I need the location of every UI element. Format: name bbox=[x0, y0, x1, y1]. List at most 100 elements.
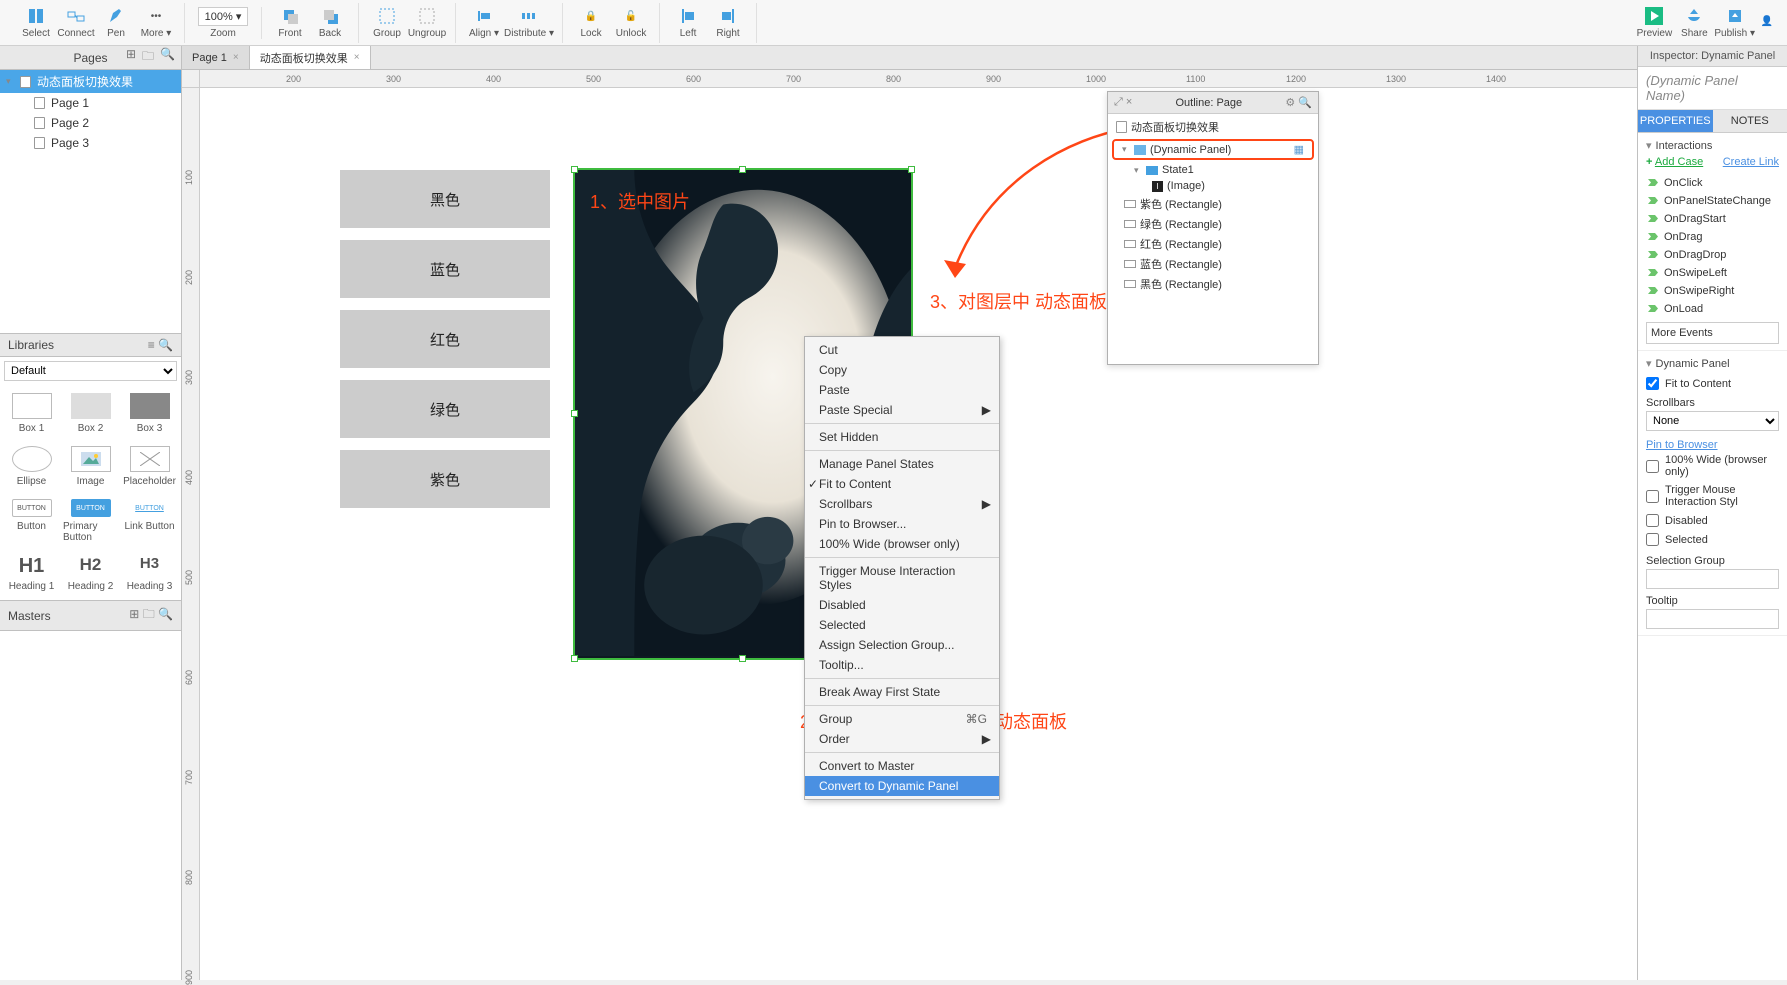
share-button[interactable]: Share bbox=[1674, 3, 1714, 43]
outline-rect[interactable]: 蓝色 (Rectangle) bbox=[1108, 254, 1318, 274]
ctx-set-hidden[interactable]: Set Hidden bbox=[805, 427, 999, 447]
tab-properties[interactable]: PROPERTIES bbox=[1638, 110, 1713, 133]
filter-icon[interactable]: ⚙ bbox=[1285, 97, 1295, 109]
button-purple[interactable]: 紫色 bbox=[340, 450, 550, 508]
event-ondrag[interactable]: OnDrag bbox=[1646, 228, 1779, 246]
lib-h1[interactable]: H1Heading 1 bbox=[4, 551, 59, 596]
canvas[interactable]: 黑色 蓝色 红色 绿色 紫色 bbox=[200, 88, 1637, 980]
disabled-checkbox[interactable]: Disabled bbox=[1646, 511, 1779, 530]
ctx-trigger-styles[interactable]: Trigger Mouse Interaction Styles bbox=[805, 561, 999, 595]
canvas-area[interactable]: 200 300 400 500 600 700 800 900 1000 110… bbox=[182, 70, 1637, 980]
ctx-break-state[interactable]: Break Away First State bbox=[805, 682, 999, 702]
close-icon[interactable]: × bbox=[354, 52, 360, 63]
unpin-icon[interactable]: ⤢ bbox=[1114, 96, 1123, 108]
event-onclick[interactable]: OnClick bbox=[1646, 174, 1779, 192]
page-tree-item[interactable]: Page 2 bbox=[0, 113, 181, 133]
lib-box1[interactable]: Box 1 bbox=[4, 389, 59, 438]
ctx-paste[interactable]: Paste bbox=[805, 380, 999, 400]
selection-group-input[interactable] bbox=[1646, 569, 1779, 589]
front-button[interactable]: Front bbox=[270, 3, 310, 43]
ctx-cut[interactable]: Cut bbox=[805, 340, 999, 360]
outline-root[interactable]: 动态面板切换效果 bbox=[1108, 117, 1318, 137]
ctx-100-wide[interactable]: 100% Wide (browser only) bbox=[805, 534, 999, 554]
ctx-convert-master[interactable]: Convert to Master bbox=[805, 756, 999, 776]
event-onpanelstatechange[interactable]: OnPanelStateChange bbox=[1646, 192, 1779, 210]
align-left-button[interactable]: Left bbox=[668, 3, 708, 43]
search-icon[interactable]: 🔍 bbox=[158, 607, 173, 621]
search-icon[interactable]: 🔍 bbox=[158, 338, 173, 352]
button-black[interactable]: 黑色 bbox=[340, 170, 550, 228]
lock-button[interactable]: 🔒Lock bbox=[571, 3, 611, 43]
add-case-link[interactable]: Add Case bbox=[1655, 156, 1703, 168]
pen-button[interactable]: Pen bbox=[96, 3, 136, 43]
lib-primary-button[interactable]: BUTTONPrimary Button bbox=[63, 495, 118, 547]
close-icon[interactable]: × bbox=[233, 52, 239, 63]
outline-dynamic-panel[interactable]: ▾(Dynamic Panel)▦ bbox=[1112, 139, 1314, 160]
lib-h3[interactable]: H3Heading 3 bbox=[122, 551, 177, 596]
event-ondragstart[interactable]: OnDragStart bbox=[1646, 210, 1779, 228]
add-folder-icon[interactable]: 🗀 bbox=[143, 607, 155, 621]
lib-ellipse[interactable]: Ellipse bbox=[4, 442, 59, 491]
ungroup-button[interactable]: Ungroup bbox=[407, 3, 447, 43]
ctx-fit-content[interactable]: ✓Fit to Content bbox=[805, 474, 999, 494]
ctx-scrollbars[interactable]: Scrollbars▶ bbox=[805, 494, 999, 514]
outline-rect[interactable]: 红色 (Rectangle) bbox=[1108, 234, 1318, 254]
lib-button[interactable]: BUTTONButton bbox=[4, 495, 59, 547]
trigger-checkbox[interactable]: Trigger Mouse Interaction Styl bbox=[1646, 481, 1779, 511]
back-button[interactable]: Back bbox=[310, 3, 350, 43]
ctx-order[interactable]: Order▶ bbox=[805, 729, 999, 749]
outline-rect[interactable]: 紫色 (Rectangle) bbox=[1108, 194, 1318, 214]
ctx-manage-states[interactable]: Manage Panel States bbox=[805, 454, 999, 474]
preview-button[interactable]: Preview bbox=[1634, 3, 1674, 43]
library-dropdown[interactable]: Default bbox=[4, 361, 177, 381]
lib-box3[interactable]: Box 3 bbox=[122, 389, 177, 438]
ctx-selected[interactable]: Selected bbox=[805, 615, 999, 635]
zoom-control[interactable]: 100% ▾Zoom bbox=[193, 7, 253, 39]
lib-image[interactable]: Image bbox=[63, 442, 118, 491]
tooltip-input[interactable] bbox=[1646, 609, 1779, 629]
tab-notes[interactable]: NOTES bbox=[1713, 110, 1787, 133]
menu-icon[interactable]: ≡ bbox=[148, 338, 155, 352]
ctx-disabled[interactable]: Disabled bbox=[805, 595, 999, 615]
button-red[interactable]: 红色 bbox=[340, 310, 550, 368]
ctx-convert-dp[interactable]: Convert to Dynamic Panel bbox=[805, 776, 999, 796]
add-folder-icon[interactable]: 🗀 bbox=[142, 47, 154, 68]
ctx-pin-browser[interactable]: Pin to Browser... bbox=[805, 514, 999, 534]
button-green[interactable]: 绿色 bbox=[340, 380, 550, 438]
event-onswiperight[interactable]: OnSwipeRight bbox=[1646, 282, 1779, 300]
lib-placeholder[interactable]: Placeholder bbox=[122, 442, 177, 491]
search-icon[interactable]: 🔍 bbox=[1298, 97, 1312, 109]
outline-rect[interactable]: 绿色 (Rectangle) bbox=[1108, 214, 1318, 234]
tab-page1[interactable]: Page 1× bbox=[182, 46, 250, 69]
page-tree-item[interactable]: Page 1 bbox=[0, 93, 181, 113]
lib-link-button[interactable]: BUTTONLink Button bbox=[122, 495, 177, 547]
close-icon[interactable]: × bbox=[1126, 96, 1132, 108]
button-blue[interactable]: 蓝色 bbox=[340, 240, 550, 298]
unlock-button[interactable]: 🔓Unlock bbox=[611, 3, 651, 43]
add-page-icon[interactable]: ⊞ bbox=[126, 47, 136, 68]
event-onload[interactable]: OnLoad bbox=[1646, 300, 1779, 318]
ctx-copy[interactable]: Copy bbox=[805, 360, 999, 380]
wide-checkbox[interactable]: 100% Wide (browser only) bbox=[1646, 451, 1779, 481]
lib-h2[interactable]: H2Heading 2 bbox=[63, 551, 118, 596]
ctx-paste-special[interactable]: Paste Special▶ bbox=[805, 400, 999, 420]
align-right-button[interactable]: Right bbox=[708, 3, 748, 43]
ctx-group[interactable]: Group⌘G bbox=[805, 709, 999, 729]
more-events-dropdown[interactable]: More Events bbox=[1646, 322, 1779, 344]
connect-button[interactable]: Connect bbox=[56, 3, 96, 43]
add-master-icon[interactable]: ⊞ bbox=[129, 607, 139, 621]
more-button[interactable]: •••More ▾ bbox=[136, 3, 176, 43]
search-icon[interactable]: 🔍 bbox=[160, 47, 175, 68]
lib-box2[interactable]: Box 2 bbox=[63, 389, 118, 438]
outline-image[interactable]: I(Image) bbox=[1108, 178, 1318, 194]
align-button[interactable]: Align ▾ bbox=[464, 3, 504, 43]
page-tree-item[interactable]: Page 3 bbox=[0, 133, 181, 153]
tab-dynamic-panel[interactable]: 动态面板切换效果× bbox=[250, 46, 371, 69]
outline-rect[interactable]: 黑色 (Rectangle) bbox=[1108, 274, 1318, 294]
scrollbars-select[interactable]: None bbox=[1646, 411, 1779, 431]
distribute-button[interactable]: Distribute ▾ bbox=[504, 3, 554, 43]
user-icon[interactable]: 👤 bbox=[1755, 3, 1779, 43]
fit-to-content-checkbox[interactable]: Fit to Content bbox=[1646, 374, 1779, 393]
outline-state[interactable]: ▾State1 bbox=[1108, 162, 1318, 178]
select-button[interactable]: Select bbox=[16, 3, 56, 43]
